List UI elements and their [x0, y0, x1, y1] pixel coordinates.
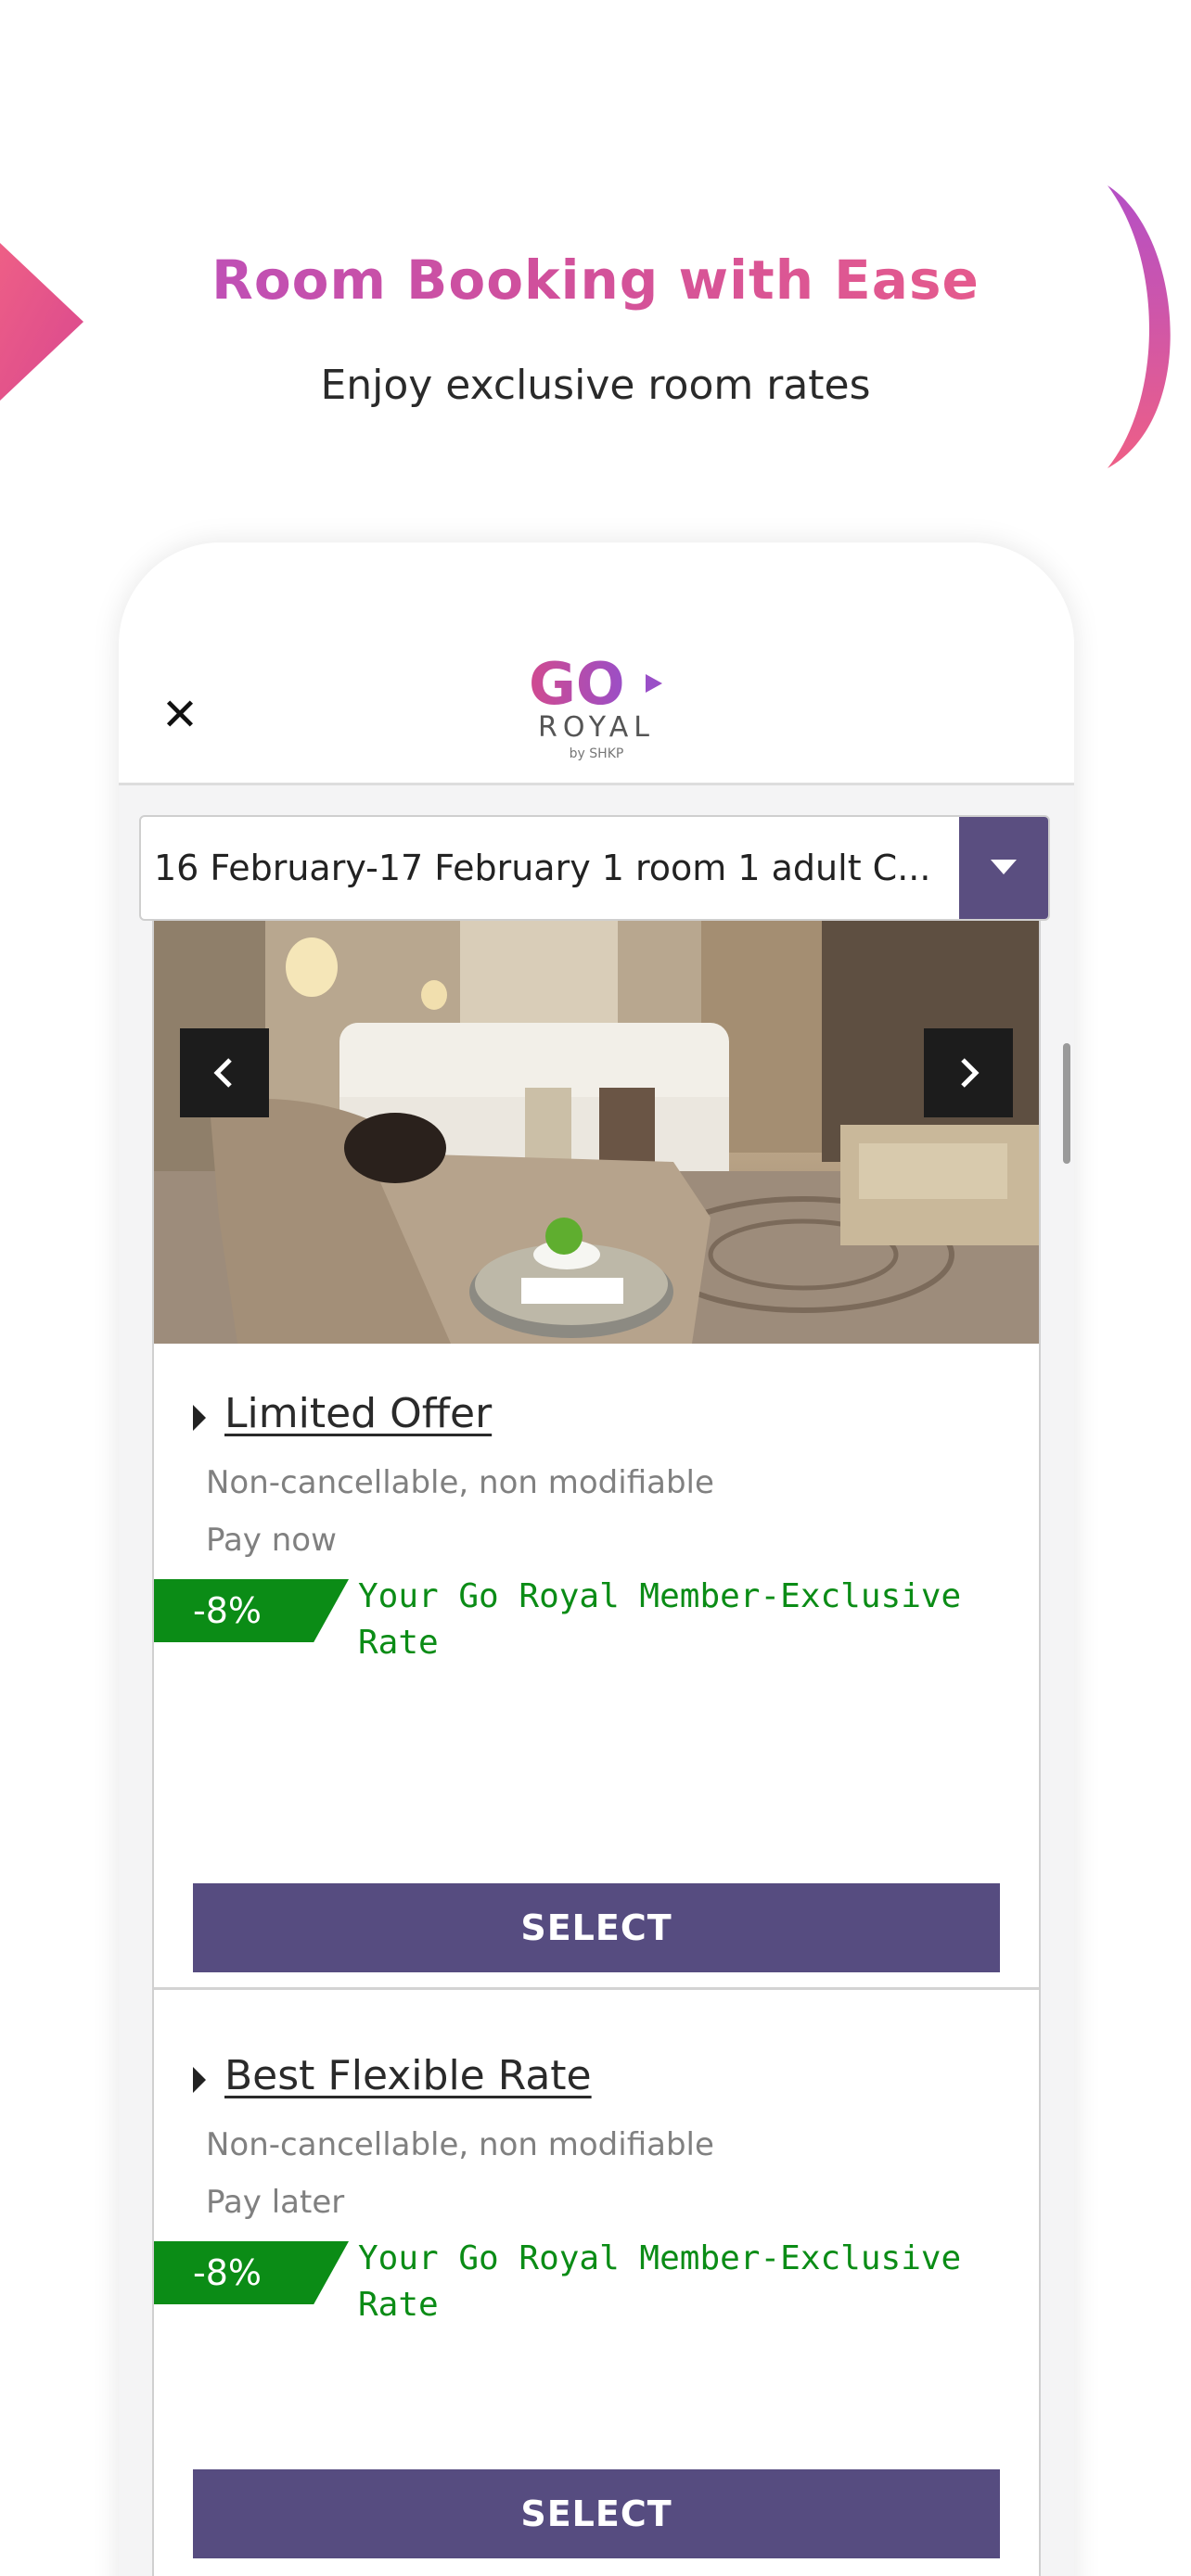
search-dropdown-button[interactable]: [959, 817, 1048, 919]
chevron-left-icon: [213, 1058, 232, 1088]
room-photo: [154, 921, 1039, 1344]
discount-badge: -8%: [154, 1579, 349, 1642]
hero-title: Room Booking with Ease: [0, 249, 1191, 312]
select-button[interactable]: SELECT: [193, 1883, 1000, 1972]
phone-mockup: ✕ GO ROYAL by SHKP 16 February-17 Februa…: [119, 542, 1074, 2576]
rate-option: Limited Offer Non-cancellable, non modif…: [154, 1388, 1039, 2037]
rate-policy: Non-cancellable, non modifiable: [206, 1464, 714, 1501]
decorative-crescent-right: [1108, 185, 1171, 468]
caret-right-icon: [193, 1405, 206, 1431]
carousel-prev-button[interactable]: [180, 1028, 269, 1117]
rate-divider: [154, 1987, 1039, 1990]
rate-option: Best Flexible Rate Non-cancellable, non …: [154, 2050, 1039, 2576]
chevron-right-icon: [961, 1058, 980, 1088]
member-rate-text: Your Go Royal Member-Exclusive Rate: [358, 1577, 962, 1662]
logo-by-text: by SHKP: [569, 746, 624, 761]
scrollbar-thumb[interactable]: [1063, 1043, 1070, 1164]
hero-subtitle: Enjoy exclusive room rates: [320, 362, 871, 409]
rate-title[interactable]: Best Flexible Rate: [224, 2052, 592, 2099]
rate-payment: Pay later: [206, 2184, 345, 2221]
logo-mark: GO: [529, 650, 662, 718]
select-button[interactable]: SELECT: [193, 2469, 1000, 2558]
go-royal-logo: GO ROYAL by SHKP: [527, 650, 666, 763]
rate-payment: Pay now: [206, 1522, 337, 1559]
caret-right-icon: [193, 2067, 206, 2093]
booking-search-bar[interactable]: 16 February-17 February 1 room 1 adult C…: [139, 815, 1050, 921]
app-header: ✕ GO ROYAL by SHKP: [119, 542, 1074, 785]
room-detail-panel: Limited Offer Non-cancellable, non modif…: [152, 921, 1041, 2576]
close-icon[interactable]: ✕: [152, 687, 208, 743]
logo-royal-text: ROYAL: [537, 711, 656, 744]
caret-down-icon: [991, 860, 1017, 874]
booking-summary[interactable]: 16 February-17 February 1 room 1 adult C…: [154, 817, 933, 919]
rate-policy: Non-cancellable, non modifiable: [206, 2126, 714, 2163]
discount-badge: -8%: [154, 2241, 349, 2304]
rate-title[interactable]: Limited Offer: [224, 1390, 492, 1437]
room-illustration: [154, 921, 1039, 1344]
svg-text:GO: GO: [529, 654, 625, 711]
member-rate-text: Your Go Royal Member-Exclusive Rate: [358, 2239, 962, 2324]
carousel-next-button[interactable]: [924, 1028, 1013, 1117]
